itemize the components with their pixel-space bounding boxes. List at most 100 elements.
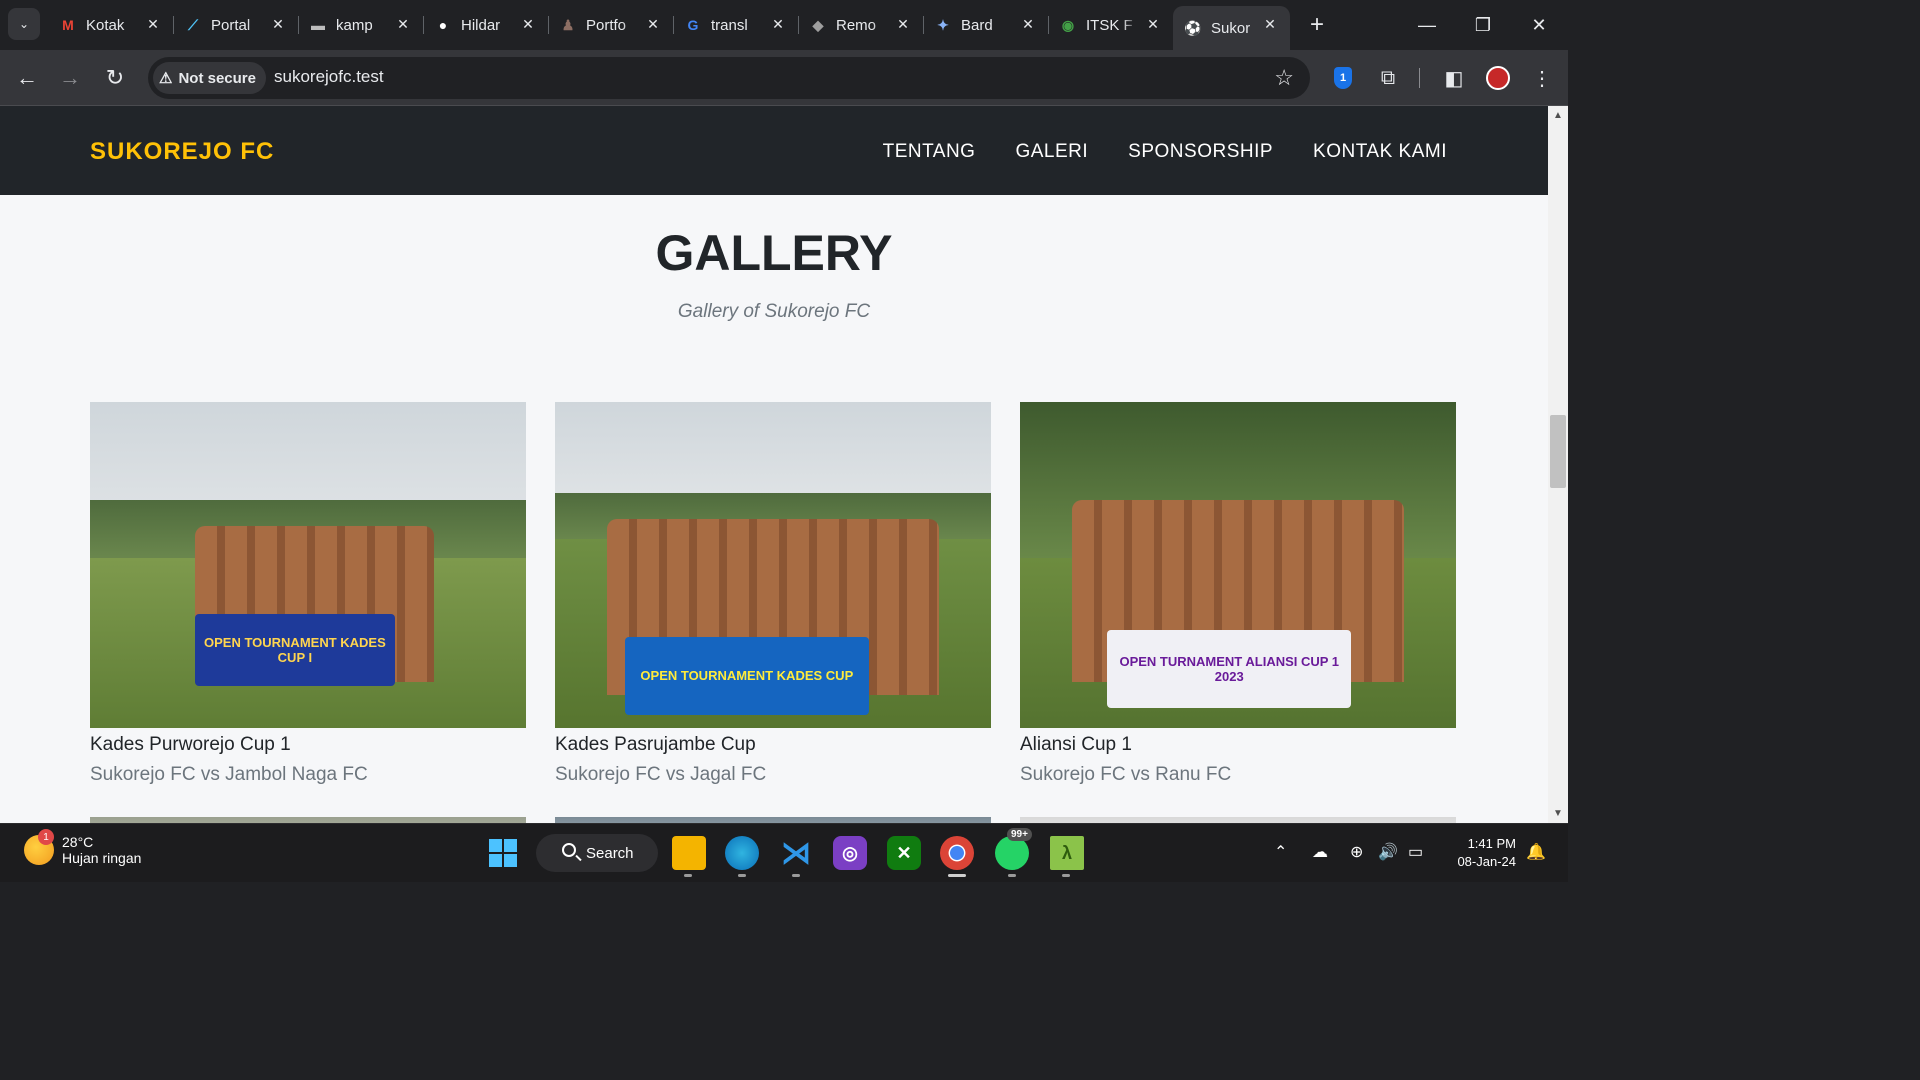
network-globe-icon[interactable]: ⊕	[1350, 842, 1363, 862]
start-windows-icon[interactable]	[486, 836, 520, 870]
scroll-up-arrow-icon[interactable]: ▲	[1553, 110, 1563, 121]
edge-icon[interactable]	[725, 836, 759, 870]
tab-close-icon[interactable]: ✕	[268, 14, 288, 34]
gallery-title: Aliansi Cup 1	[1020, 734, 1132, 755]
back-arrow-icon[interactable]: ←	[11, 62, 43, 94]
site-navbar: SUKOREJO FC TENTANG GALERI SPONSORSHIP K…	[0, 106, 1548, 195]
battery-icon[interactable]: ▭	[1408, 842, 1423, 862]
chrome-icon[interactable]	[940, 836, 974, 870]
tab-close-icon[interactable]: ✕	[1260, 14, 1280, 34]
tray-chevron-up-icon[interactable]: ⌃	[1274, 842, 1287, 862]
chrome-menu-icon[interactable]: ⋮	[1528, 64, 1556, 92]
tab-close-icon[interactable]: ✕	[1143, 14, 1163, 34]
gallery-photo[interactable]: OPEN TURNAMENT ALIANSI CUP 1 2023	[1020, 402, 1456, 728]
bitwarden-shield-icon[interactable]: 1	[1329, 64, 1357, 92]
gallery-card[interactable]: OPEN TOURNAMENT KADES CUP Kades Pasrujam…	[555, 402, 991, 786]
browser-tab[interactable]: Gtransl ✕	[673, 6, 799, 44]
tab-title: Portal	[211, 16, 251, 34]
gallery-match: Sukorejo FC vs Jambol Naga FC	[90, 764, 368, 785]
browser-tab[interactable]: ⟋ Portal ✕	[173, 6, 299, 44]
section-title: GALLERY	[655, 225, 893, 281]
site-security-chip[interactable]: ⚠ Not secure	[153, 62, 266, 94]
onedrive-cloud-icon[interactable]: ☁	[1312, 842, 1328, 862]
security-label: Not secure	[178, 69, 256, 87]
nav-kontak-kami[interactable]: KONTAK KAMI	[1313, 141, 1447, 163]
github-icon: ●	[438, 17, 448, 33]
gallery-photo[interactable]: OPEN TOURNAMENT KADES CUP I	[90, 402, 526, 728]
notification-bell-icon[interactable]: 🔔	[1526, 842, 1546, 862]
scroll-down-arrow-icon[interactable]: ▼	[1553, 808, 1563, 819]
browser-tab[interactable]: ♟ Portfo ✕	[548, 6, 674, 44]
browser-tab[interactable]: ✦ Bard ✕	[923, 6, 1049, 44]
vscode-icon[interactable]: ⋊	[779, 836, 813, 870]
side-panel-icon[interactable]: ◧	[1440, 64, 1468, 92]
volume-icon[interactable]: 🔊	[1378, 842, 1398, 862]
weather-widget[interactable]: 1 28°C Hujan ringan	[24, 829, 142, 866]
gallery-title: Kades Purworejo Cup 1	[90, 734, 291, 755]
photo-banner: OPEN TURNAMENT ALIANSI CUP 1 2023	[1107, 630, 1352, 709]
clock-date: 08-Jan-24	[1457, 854, 1516, 869]
page-scrollbar[interactable]: ▲ ▼	[1548, 106, 1568, 823]
whatsapp-icon[interactable]: 99+	[995, 828, 1032, 870]
gallery-card[interactable]: OPEN TURNAMENT ALIANSI CUP 1 2023 Alians…	[1020, 402, 1456, 786]
bookmark-star-icon[interactable]: ☆	[1274, 65, 1294, 91]
browser-tab[interactable]: M Kotak ✕	[48, 6, 174, 44]
tab-close-icon[interactable]: ✕	[393, 14, 413, 34]
tab-close-icon[interactable]: ✕	[643, 14, 663, 34]
windows-taskbar: 1 28°C Hujan ringan Search ⋊ ◎ ✕ 99+ λ ⌃…	[0, 823, 1568, 882]
browser-tab[interactable]: ⚽ Sukor ✕	[1173, 6, 1290, 50]
browser-tab[interactable]: ◆ Remo ✕	[798, 6, 924, 44]
tab-close-icon[interactable]: ✕	[143, 14, 163, 34]
close-window-icon[interactable]: ✕	[1526, 12, 1552, 38]
restore-icon[interactable]: ❐	[1470, 12, 1496, 38]
weather-temp: 28°C	[62, 834, 94, 850]
itsk-icon: ◉	[1061, 16, 1075, 33]
site-brand[interactable]: SUKOREJO FC	[90, 138, 274, 166]
browser-toolbar: ← → ↻ ⚠ Not secure sukorejofc.test ☆ 1 ⧉…	[0, 50, 1568, 106]
toolbar-divider	[1419, 68, 1420, 88]
taskbar-indicator-active	[948, 874, 966, 877]
gallery-match: Sukorejo FC vs Jagal FC	[555, 764, 767, 785]
page-viewport: SUKOREJO FC TENTANG GALERI SPONSORSHIP K…	[0, 106, 1548, 823]
search-icon	[562, 843, 576, 857]
tab-search-chevron-icon[interactable]: ⌄	[8, 8, 40, 40]
xbox-icon[interactable]: ✕	[887, 836, 921, 870]
clock[interactable]: 1:41 PM 08-Jan-24	[1448, 835, 1516, 871]
site-nav-links: TENTANG GALERI SPONSORSHIP KONTAK KAMI	[883, 141, 1447, 163]
gallery-title: Kades Pasrujambe Cup	[555, 734, 756, 755]
nav-sponsorship[interactable]: SPONSORSHIP	[1128, 141, 1273, 163]
file-explorer-icon[interactable]	[672, 836, 706, 870]
tab-close-icon[interactable]: ✕	[518, 14, 538, 34]
gallery-card[interactable]: OPEN TOURNAMENT KADES CUP I Kades Purwor…	[90, 402, 526, 786]
tab-title: Bard	[961, 16, 993, 34]
browser-tab[interactable]: ● Hildar ✕	[423, 6, 549, 44]
minimize-icon[interactable]: —	[1414, 12, 1440, 38]
profile-avatar[interactable]	[1484, 64, 1512, 92]
warning-triangle-icon: ⚠	[159, 70, 173, 87]
portal-icon: ⟋	[188, 16, 198, 33]
address-bar[interactable]: ⚠ Not secure sukorejofc.test ☆	[148, 57, 1310, 99]
tab-close-icon[interactable]: ✕	[1018, 14, 1038, 34]
gmail-icon: M	[62, 17, 74, 33]
scrollbar-thumb[interactable]	[1550, 415, 1566, 488]
lambda-app-icon[interactable]: λ	[1050, 836, 1084, 870]
nav-tentang[interactable]: TENTANG	[883, 141, 976, 163]
url-text[interactable]: sukorejofc.test	[274, 67, 384, 87]
weather-condition: Hujan ringan	[62, 850, 142, 866]
kampus-icon: ▬	[311, 17, 325, 33]
extensions-puzzle-icon[interactable]: ⧉	[1374, 64, 1402, 92]
browser-tab[interactable]: ◉ ITSK F ✕	[1048, 6, 1173, 44]
obs-icon[interactable]: ◎	[833, 836, 867, 870]
photo-banner: OPEN TOURNAMENT KADES CUP	[624, 636, 869, 715]
tab-close-icon[interactable]: ✕	[893, 14, 913, 34]
google-icon: G	[687, 17, 699, 33]
browser-tab[interactable]: ▬ kamp ✕	[298, 6, 424, 44]
tab-close-icon[interactable]: ✕	[768, 14, 788, 34]
forward-arrow-icon[interactable]: →	[54, 62, 86, 94]
reload-icon[interactable]: ↻	[99, 62, 131, 94]
gallery-photo[interactable]: OPEN TOURNAMENT KADES CUP	[555, 402, 991, 728]
taskbar-search-button[interactable]: Search	[536, 834, 658, 872]
taskbar-indicator	[738, 874, 746, 877]
new-tab-button[interactable]: +	[1304, 11, 1330, 38]
nav-galeri[interactable]: GALERI	[1015, 141, 1088, 163]
